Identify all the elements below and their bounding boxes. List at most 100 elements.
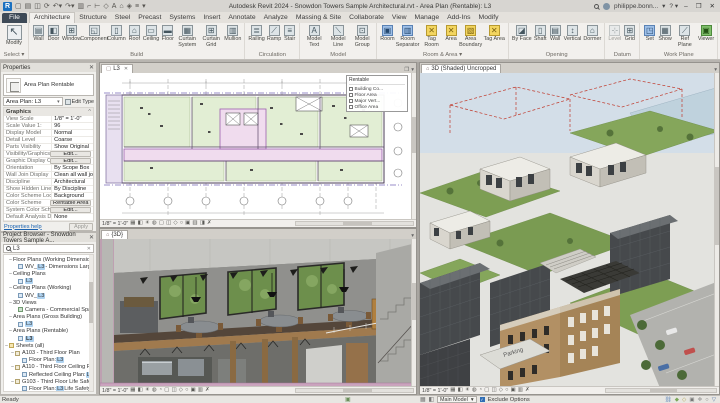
- show-button[interactable]: ▦ Show: [657, 24, 673, 43]
- editable-only-icon[interactable]: ▣: [345, 396, 351, 403]
- user-caret-icon[interactable]: ▾: [662, 2, 665, 10]
- temporary-hide-icon[interactable]: ◇: [173, 220, 177, 227]
- constraints-icon[interactable]: ✗: [205, 387, 210, 394]
- analytical-model-icon[interactable]: ◨: [200, 220, 205, 227]
- worksharing-display-icon[interactable]: ▣: [185, 220, 190, 227]
- property-row[interactable]: Color Scheme Rentable Area: [4, 200, 93, 207]
- tab-systems[interactable]: Systems: [165, 13, 199, 23]
- viewer-button[interactable]: ▣ Viewer: [697, 24, 715, 43]
- tree-item[interactable]: −G103 - Third Floor Life Safety Plan: [4, 378, 93, 385]
- view-tab-3d-shaded[interactable]: ⌂ 3D (Shaded) Uncropped: [421, 64, 502, 73]
- by-face-button[interactable]: ◪ By Face: [511, 24, 533, 43]
- tree-item[interactable]: − A103 - Third Floor Plan: [4, 349, 93, 356]
- temporary-view-properties-icon[interactable]: ▥: [518, 387, 523, 394]
- measure-icon[interactable]: ⌐: [87, 3, 91, 10]
- shadows-icon[interactable]: ◍: [472, 387, 477, 394]
- reveal-hidden-icon[interactable]: ○: [185, 387, 188, 394]
- crop-visibility-icon[interactable]: ◫: [491, 387, 496, 394]
- print-icon[interactable]: ▥: [78, 3, 85, 10]
- tag-area-button[interactable]: ✕ Tag Area: [483, 24, 506, 43]
- close-view-icon[interactable]: ✕: [124, 66, 128, 72]
- view-splitter[interactable]: [417, 62, 419, 395]
- mullion-button[interactable]: ▥ Mullion: [223, 24, 242, 43]
- new-file-icon[interactable]: ▢: [15, 3, 22, 10]
- browser-search-input[interactable]: L3 ✕: [3, 244, 94, 253]
- tree-item[interactable]: − Area Plans (Gross Building): [4, 314, 93, 321]
- tab-manage[interactable]: Manage: [411, 13, 444, 23]
- shadows-icon[interactable]: ◍: [152, 220, 157, 227]
- temporary-view-properties-icon[interactable]: ▥: [192, 220, 197, 227]
- rendering-dialog-icon[interactable]: ◔: [159, 387, 162, 394]
- shadows-icon[interactable]: ◍: [152, 387, 157, 394]
- tab-precast[interactable]: Precast: [134, 13, 165, 23]
- rendering-dialog-icon[interactable]: ◔: [479, 387, 482, 394]
- tab-view[interactable]: View: [388, 13, 411, 23]
- tab-modify[interactable]: Modify: [475, 13, 503, 23]
- avatar[interactable]: [603, 2, 611, 10]
- tree-item[interactable]: Floor Plan: L3: [4, 357, 93, 364]
- property-row[interactable]: Graphic Display O...Edit...: [4, 158, 93, 165]
- floor-button[interactable]: ▬ Floor: [160, 24, 175, 43]
- plan-vertical-scrollbar[interactable]: [411, 73, 416, 219]
- aligned-dimension-icon[interactable]: ⊢: [94, 3, 100, 10]
- design-options-icon[interactable]: ◧: [428, 397, 433, 403]
- edit-button[interactable]: Edit...: [50, 151, 91, 157]
- type-selector[interactable]: Area Plan Rentable: [3, 74, 94, 96]
- properties-close-icon[interactable]: ✕: [89, 64, 94, 71]
- column-button[interactable]: ▯ Column: [106, 24, 127, 43]
- modify-button[interactable]: ↖ Modify: [2, 24, 26, 47]
- save-icon[interactable]: ◫: [34, 3, 41, 10]
- open-file-icon[interactable]: ▤: [25, 3, 32, 10]
- default-3d-view-icon[interactable]: ⌂: [119, 3, 123, 10]
- properties-help-link[interactable]: Properties help: [4, 224, 42, 230]
- tree-item[interactable]: WV_L3 - Dimensions Large Scale: [4, 263, 93, 270]
- scale-control[interactable]: 1/8" = 1'-0": [102, 388, 128, 394]
- edit-button[interactable]: Edit...: [50, 158, 91, 164]
- visual-style-icon[interactable]: ◧: [458, 387, 463, 394]
- aerial-vertical-scrollbar[interactable]: [714, 73, 719, 386]
- property-row[interactable]: Default Analysis Di...None: [4, 214, 93, 221]
- sync-with-central-icon[interactable]: ⟳: [44, 3, 50, 10]
- scale-control[interactable]: 1/8" = 1'-0": [422, 388, 448, 394]
- wall-opening-button[interactable]: ▤ Wall: [548, 24, 563, 43]
- ceiling-button[interactable]: ▭ Ceiling: [142, 24, 160, 43]
- tree-item[interactable]: Floor Plan: L3 Life Safety Plan: [4, 385, 93, 391]
- shaft-button[interactable]: ▯ Shaft: [533, 24, 548, 43]
- constraints-icon[interactable]: ✗: [525, 387, 530, 394]
- visual-style-icon[interactable]: ◧: [138, 387, 143, 394]
- tree-item[interactable]: − Area Plans (Rentable): [4, 328, 93, 335]
- text-note-icon[interactable]: A: [112, 3, 117, 10]
- stair-button[interactable]: ≡ Stair: [282, 24, 297, 43]
- tag-by-category-icon[interactable]: ◇: [103, 3, 108, 10]
- tree-item[interactable]: WV_ L3: [4, 292, 93, 299]
- worksharing-display-icon[interactable]: ▣: [510, 387, 515, 394]
- crop-visibility-icon[interactable]: ◫: [171, 387, 176, 394]
- detail-level-icon[interactable]: ▦: [450, 387, 455, 394]
- tab-analyze[interactable]: Analyze: [260, 13, 292, 23]
- model-text-button[interactable]: A Model Text: [302, 24, 326, 49]
- view-selector-combo[interactable]: Area Plan: L3 ▾: [3, 97, 63, 106]
- section-icon[interactable]: ◈: [127, 3, 132, 10]
- crop-view-icon[interactable]: ▢: [164, 387, 169, 394]
- rentable-area-button[interactable]: Rentable Area: [50, 200, 91, 206]
- temporary-hide-icon[interactable]: ◇: [179, 387, 183, 394]
- tab-massing-site[interactable]: Massing & Site: [292, 13, 345, 23]
- property-row[interactable]: Detail Level Coarse: [4, 137, 93, 144]
- tab-insert[interactable]: Insert: [199, 13, 224, 23]
- tree-item[interactable]: Camera - Commercial Space L3: [4, 306, 93, 313]
- room-button[interactable]: ▣ Room: [379, 24, 395, 43]
- vertical-opening-button[interactable]: ↕ Vertical: [563, 24, 583, 43]
- property-row[interactable]: Scale Value 1: 96: [4, 123, 93, 130]
- area-boundary-button[interactable]: ▧ Area Boundary: [459, 24, 483, 49]
- tree-item[interactable]: − Ceiling Plans: [4, 270, 93, 277]
- model-line-button[interactable]: ⟍ Model Line: [326, 24, 350, 49]
- property-row[interactable]: Discipline Architectural: [4, 179, 93, 186]
- constraints-icon[interactable]: ✗: [207, 220, 212, 227]
- tab-architecture[interactable]: Architecture: [28, 12, 76, 23]
- curtain-system-button[interactable]: ▦ Curtain System: [175, 24, 199, 49]
- edit-button[interactable]: Edit...: [50, 207, 91, 213]
- exclude-options-checkbox[interactable]: ✓: [479, 397, 485, 402]
- worksharing-display-icon[interactable]: ▣: [190, 387, 195, 394]
- project-browser-close-icon[interactable]: ✕: [89, 234, 94, 241]
- curtain-grid-button[interactable]: ⊞ Curtain Grid: [199, 24, 223, 49]
